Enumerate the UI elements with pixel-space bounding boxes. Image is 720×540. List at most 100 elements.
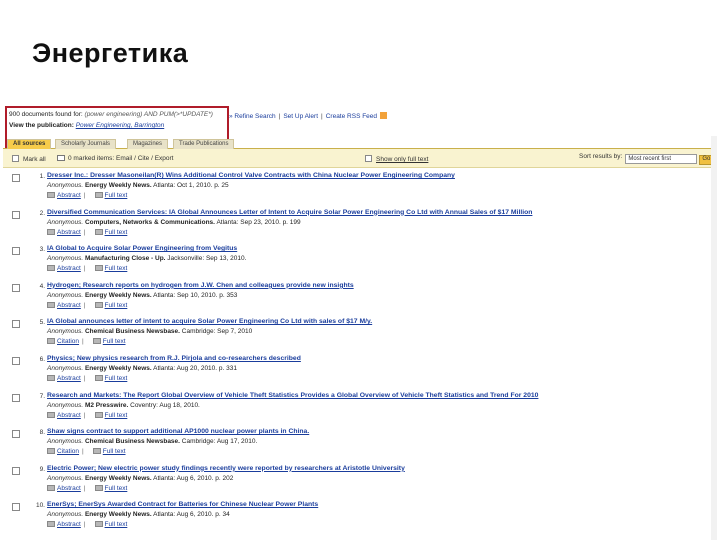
result-item: 6. Physics; New physics research from R.… bbox=[3, 352, 717, 389]
found-line: 900 documents found for: (power engineer… bbox=[9, 111, 213, 118]
result-number: 10. bbox=[35, 502, 45, 510]
result-title-link[interactable]: Hydrogen; Research reports on hydrogen f… bbox=[47, 282, 354, 289]
full-text-link[interactable]: Full text bbox=[105, 265, 128, 272]
result-source: Manufacturing Close - Up. bbox=[84, 255, 166, 263]
abstract-link[interactable]: Abstract bbox=[57, 302, 81, 309]
mark-all[interactable]: Mark all bbox=[12, 155, 46, 163]
result-meta: Anonymous. Energy Weekly News. Atlanta: … bbox=[47, 475, 233, 482]
abstract-link[interactable]: Abstract bbox=[57, 375, 81, 382]
full-text-checkbox[interactable] bbox=[365, 155, 372, 162]
abstract-link[interactable]: Citation bbox=[57, 338, 79, 345]
result-checkbox[interactable] bbox=[12, 210, 20, 219]
result-title-link[interactable]: Research and Markets: The Report Global … bbox=[47, 392, 538, 399]
create-rss-link[interactable]: Create RSS Feed bbox=[326, 113, 377, 120]
full-text-link[interactable]: Full text bbox=[105, 375, 128, 382]
result-checkbox[interactable] bbox=[12, 247, 20, 256]
result-details: Atlanta: Oct 1, 2010. p. 25 bbox=[153, 182, 229, 189]
result-title-link[interactable]: IA Global to Acquire Solar Power Enginee… bbox=[47, 245, 237, 252]
full-text-link[interactable]: Full text bbox=[105, 485, 128, 492]
result-number: 3. bbox=[39, 246, 45, 254]
abstract-link[interactable]: Abstract bbox=[57, 485, 81, 492]
result-author: Anonymous. bbox=[47, 438, 84, 446]
full-text-link[interactable]: Full text bbox=[105, 412, 128, 419]
result-checkbox[interactable] bbox=[12, 430, 20, 439]
abstract-icon bbox=[47, 265, 55, 272]
result-title-link[interactable]: Diversified Communication Services: IA G… bbox=[47, 209, 532, 216]
result-links: Abstract | Full text bbox=[47, 484, 128, 492]
tab-scholarly-journals[interactable]: Scholarly Journals bbox=[55, 139, 117, 149]
full-text-link[interactable]: Full text bbox=[105, 521, 128, 528]
result-number: 6. bbox=[39, 355, 45, 363]
full-text-icon bbox=[94, 192, 103, 198]
full-text-icon bbox=[94, 265, 103, 272]
result-number: 7. bbox=[39, 392, 45, 400]
show-full-text-label: Show only full text bbox=[376, 156, 429, 163]
result-details: Atlanta: Sep 23, 2010. p. 199 bbox=[216, 218, 301, 226]
source-tabs: All sources Scholarly Journals Magazines… bbox=[3, 138, 717, 149]
result-title-link[interactable]: IA Global announces letter of intent to … bbox=[47, 318, 372, 325]
publication-link[interactable]: Power Engineering, Barrington bbox=[76, 122, 165, 129]
result-title-link[interactable]: EnerSys; EnerSys Awarded Contract for Ba… bbox=[47, 501, 318, 508]
publication-line: View the publication: Power Engineering,… bbox=[9, 122, 164, 129]
scrollbar[interactable] bbox=[711, 136, 717, 540]
marked-items[interactable]: 0 marked items: Email / Cite / Export bbox=[57, 155, 173, 162]
full-text-link[interactable]: Full text bbox=[105, 229, 128, 236]
result-meta: Anonymous. Energy Weekly News. Atlanta: … bbox=[47, 182, 229, 189]
result-meta: Anonymous. Energy Weekly News. Atlanta: … bbox=[47, 365, 237, 372]
top-links: » Refine Search | Set Up Alert | Create RSS … bbox=[229, 112, 388, 120]
result-item: 1. Dresser Inc.: Dresser Masoneilan(R) W… bbox=[3, 169, 717, 206]
full-text-icon bbox=[94, 374, 103, 381]
mark-all-checkbox[interactable] bbox=[12, 155, 19, 162]
abstract-link[interactable]: Abstract bbox=[57, 192, 81, 199]
result-checkbox[interactable] bbox=[12, 283, 20, 292]
result-source: M2 Presswire. bbox=[84, 401, 129, 409]
result-number: 9. bbox=[39, 465, 45, 473]
result-title-link[interactable]: Shaw signs contract to support additiona… bbox=[47, 428, 309, 435]
abstract-link[interactable]: Citation bbox=[57, 448, 79, 455]
full-text-link[interactable]: Full text bbox=[105, 192, 128, 199]
abstract-icon bbox=[47, 301, 55, 308]
set-up-alert-link[interactable]: Set Up Alert bbox=[283, 113, 318, 120]
tab-all-sources[interactable]: All sources bbox=[7, 139, 52, 149]
abstract-icon bbox=[47, 228, 55, 235]
full-text-link[interactable]: Full text bbox=[103, 338, 126, 345]
result-title-link[interactable]: Dresser Inc.: Dresser Masoneilan(R) Wins… bbox=[47, 172, 455, 179]
full-text-link[interactable]: Full text bbox=[105, 302, 128, 309]
tab-trade-publications[interactable]: Trade Publications bbox=[173, 139, 235, 149]
full-text-icon bbox=[94, 411, 103, 418]
result-links: Abstract | Full text bbox=[47, 374, 128, 382]
mark-all-label: Mark all bbox=[23, 156, 46, 163]
result-checkbox[interactable] bbox=[12, 174, 20, 182]
abstract-icon bbox=[47, 192, 55, 198]
abstract-link[interactable]: Abstract bbox=[57, 521, 81, 528]
result-title-link[interactable]: Electric Power; New electric power study… bbox=[47, 465, 405, 472]
result-links: Abstract | Full text bbox=[47, 301, 128, 309]
result-links: Abstract | Full text bbox=[47, 411, 128, 419]
sort-select[interactable]: Most recent first bbox=[625, 154, 698, 164]
refine-search-link[interactable]: » Refine Search bbox=[229, 113, 276, 120]
abstract-link[interactable]: Abstract bbox=[57, 229, 81, 236]
tab-magazines[interactable]: Magazines bbox=[127, 139, 169, 149]
result-checkbox[interactable] bbox=[12, 466, 20, 475]
result-number: 5. bbox=[39, 319, 45, 327]
rss-icon[interactable] bbox=[380, 112, 388, 119]
result-checkbox[interactable] bbox=[12, 320, 20, 329]
result-item: 8. Shaw signs contract to support additi… bbox=[3, 425, 717, 462]
slide-title: Энергетика bbox=[32, 38, 189, 68]
abstract-link[interactable]: Abstract bbox=[57, 265, 81, 272]
result-author: Anonymous. bbox=[47, 218, 84, 226]
result-author: Anonymous. bbox=[47, 364, 84, 372]
result-checkbox[interactable] bbox=[12, 393, 20, 402]
show-full-text[interactable]: Show only full text bbox=[365, 155, 428, 163]
abstract-link[interactable]: Abstract bbox=[57, 412, 81, 419]
full-text-link[interactable]: Full text bbox=[103, 448, 126, 455]
result-title-link[interactable]: Physics; New physics research from R.J. … bbox=[47, 355, 301, 362]
result-checkbox[interactable] bbox=[12, 503, 20, 512]
result-details: Atlanta: Aug 20, 2010. p. 331 bbox=[153, 364, 237, 372]
result-number: 8. bbox=[39, 429, 45, 437]
result-details: Atlanta: Aug 6, 2010. p. 34 bbox=[153, 511, 230, 519]
result-checkbox[interactable] bbox=[12, 356, 20, 365]
search-results-screenshot: 900 documents found for: (power engineer… bbox=[3, 106, 717, 540]
result-author: Anonymous. bbox=[47, 182, 84, 189]
abstract-icon bbox=[47, 411, 55, 418]
